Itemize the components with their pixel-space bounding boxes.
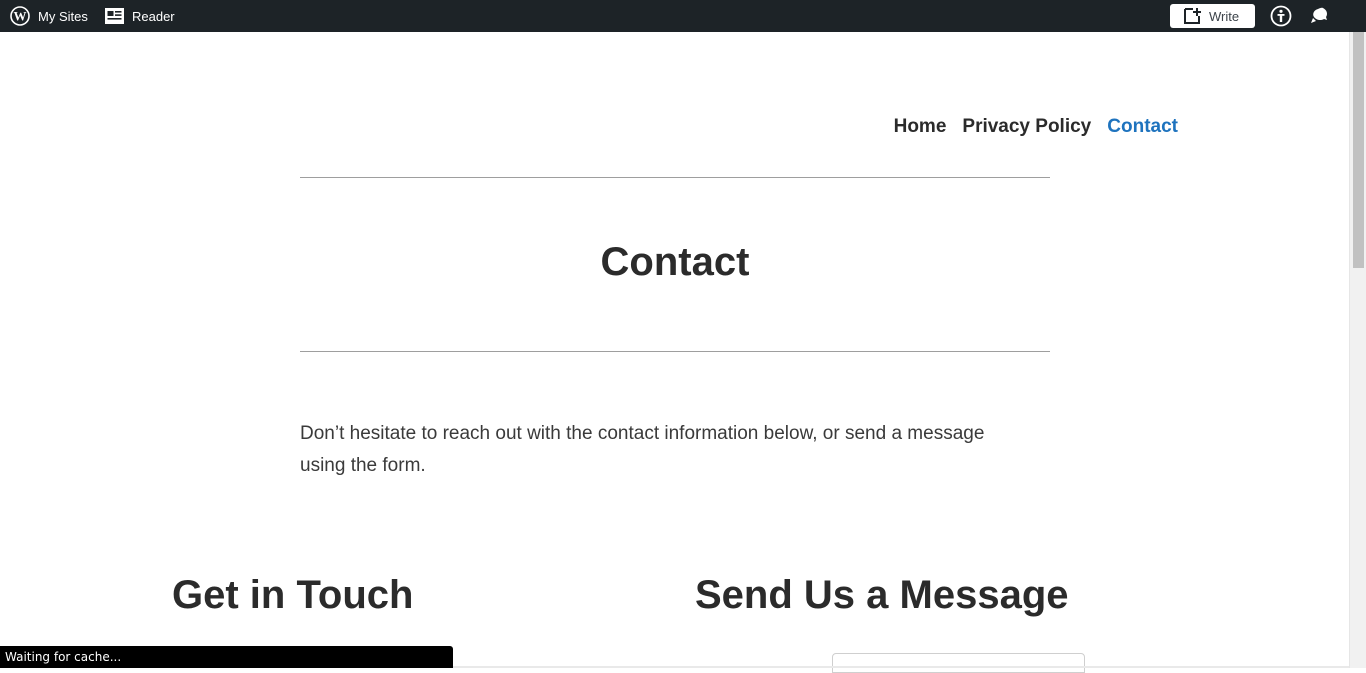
divider-top	[300, 177, 1050, 178]
reader-label: Reader	[132, 8, 175, 24]
get-in-touch-heading: Get in Touch	[172, 573, 414, 617]
scrollbar-thumb[interactable]	[1353, 32, 1364, 268]
reader-button[interactable]: Reader	[105, 0, 175, 32]
page-scrollbar[interactable]	[1349, 32, 1366, 668]
browser-status-bar: Waiting for cache...	[0, 646, 453, 668]
send-message-heading: Send Us a Message	[695, 573, 1069, 617]
divider-bottom	[300, 351, 1050, 352]
site-navigation: Home Privacy Policy Contact	[894, 116, 1178, 138]
admin-bar: W My Sites Reader Write	[0, 0, 1366, 32]
write-label: Write	[1209, 8, 1240, 24]
help-icon	[1270, 5, 1292, 27]
notifications-button[interactable]	[1309, 0, 1331, 32]
page-title: Contact	[600, 240, 750, 284]
form-field[interactable]	[832, 653, 1085, 673]
write-button[interactable]: Write	[1170, 4, 1255, 28]
nav-item-privacy-policy[interactable]: Privacy Policy	[962, 116, 1091, 138]
my-sites-button[interactable]: W My Sites	[10, 0, 88, 32]
svg-text:W: W	[14, 9, 27, 24]
help-button[interactable]	[1270, 0, 1292, 32]
nav-item-contact[interactable]: Contact	[1107, 116, 1178, 138]
intro-text: Don’t hesitate to reach out with the con…	[300, 423, 985, 476]
reader-icon	[105, 8, 124, 24]
nav-item-home[interactable]: Home	[894, 116, 947, 138]
notifications-icon	[1309, 5, 1331, 27]
status-text: Waiting for cache...	[5, 650, 122, 664]
new-post-icon	[1183, 7, 1203, 25]
my-sites-label: My Sites	[38, 8, 88, 24]
wordpress-icon: W	[10, 6, 30, 26]
